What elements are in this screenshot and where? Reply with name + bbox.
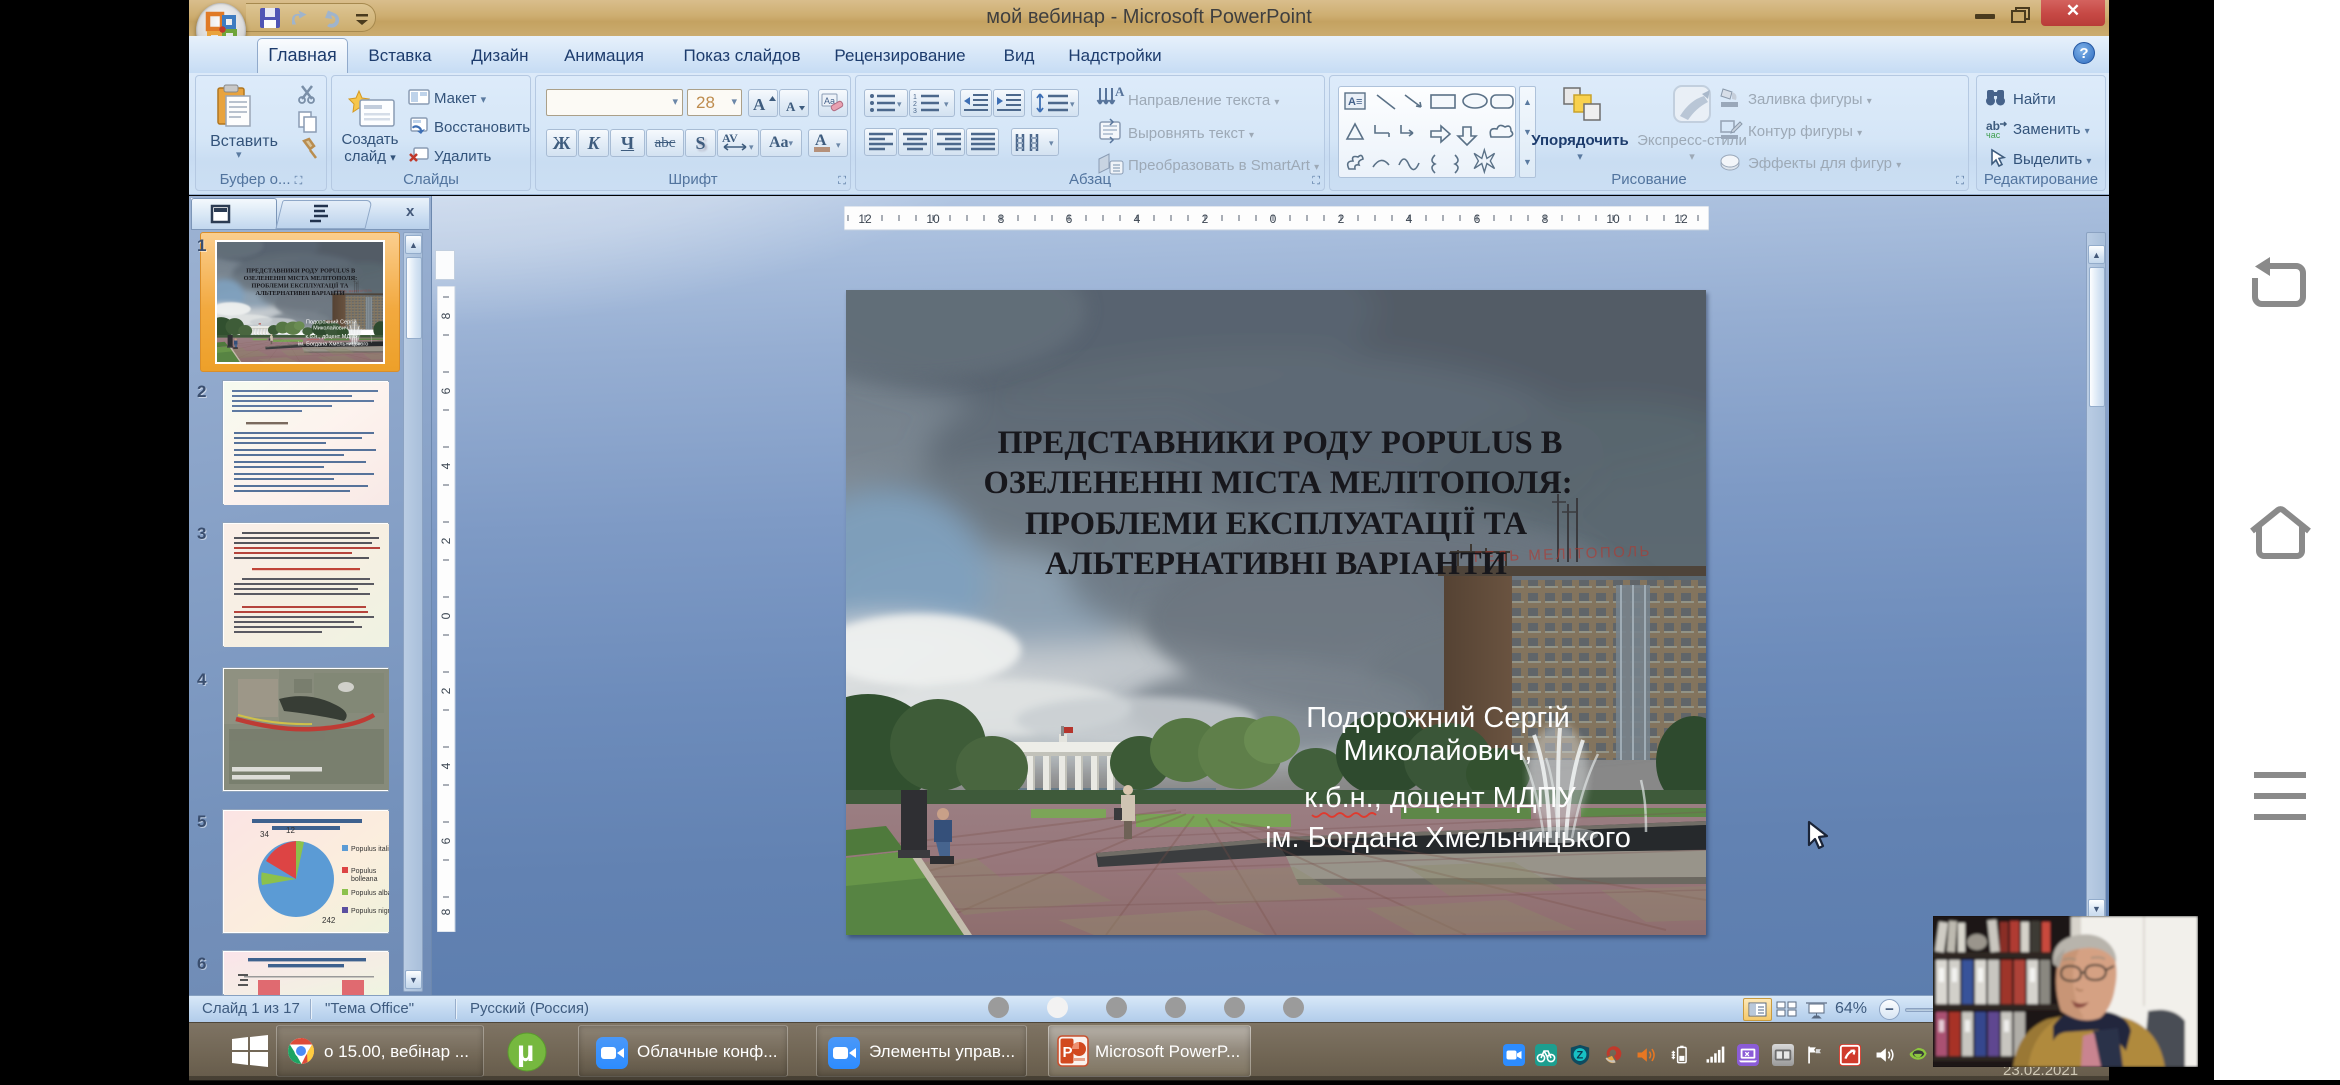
svg-text:Populus italica: Populus italica [351, 846, 389, 853]
svg-text:µ: µ [517, 1035, 534, 1068]
svg-text:AV: AV [722, 131, 738, 145]
svg-text:4: 4 [1134, 212, 1141, 226]
svg-text:34: 34 [260, 830, 269, 839]
svg-text:10: 10 [926, 212, 940, 226]
svg-text:8: 8 [1542, 212, 1549, 226]
svg-text:A: A [1115, 84, 1125, 99]
svg-text:4: 4 [439, 762, 453, 769]
svg-text:▾: ▾ [836, 140, 841, 150]
svg-text:bolleana: bolleana [351, 876, 378, 883]
svg-text:12: 12 [858, 212, 872, 226]
svg-text:1: 1 [913, 94, 917, 101]
svg-text:▾: ▾ [944, 99, 949, 109]
svg-text:2: 2 [913, 101, 917, 108]
svg-text:6: 6 [439, 387, 453, 394]
svg-text:8: 8 [439, 312, 453, 319]
svg-text:Populus: Populus [351, 868, 377, 875]
svg-text:10: 10 [1606, 212, 1620, 226]
svg-text:6: 6 [1066, 212, 1073, 226]
svg-text:A: A [786, 99, 796, 114]
svg-text:2: 2 [439, 687, 453, 694]
svg-text:▾: ▾ [749, 142, 754, 152]
svg-text:2: 2 [1338, 212, 1345, 226]
svg-text:242: 242 [322, 916, 336, 925]
svg-text:Populus nigra: Populus nigra [351, 908, 389, 915]
svg-text:A≡: A≡ [1348, 96, 1362, 108]
svg-text:4: 4 [439, 462, 453, 469]
svg-text:4: 4 [1406, 212, 1413, 226]
svg-text:2: 2 [439, 537, 453, 544]
svg-text:▾: ▾ [1049, 138, 1054, 148]
svg-text:6: 6 [439, 837, 453, 844]
svg-text:A: A [753, 95, 766, 114]
svg-text:час: час [1986, 130, 2001, 138]
svg-text:0: 0 [1270, 212, 1277, 226]
svg-text:A: A [815, 132, 827, 149]
svg-text:▾: ▾ [1070, 99, 1075, 109]
svg-text:12: 12 [286, 826, 295, 835]
svg-text:3: 3 [913, 108, 917, 115]
svg-text:Populus alba: Populus alba [351, 890, 389, 897]
svg-text:Z: Z [1577, 1050, 1584, 1062]
svg-text:0: 0 [439, 612, 453, 619]
svg-text:P: P [1063, 1044, 1073, 1061]
svg-text:8: 8 [439, 908, 453, 915]
svg-text:12: 12 [1674, 212, 1688, 226]
svg-text:2: 2 [1202, 212, 1209, 226]
svg-text:6: 6 [1474, 212, 1481, 226]
svg-text:8: 8 [998, 212, 1005, 226]
svg-text:▾: ▾ [897, 99, 902, 109]
